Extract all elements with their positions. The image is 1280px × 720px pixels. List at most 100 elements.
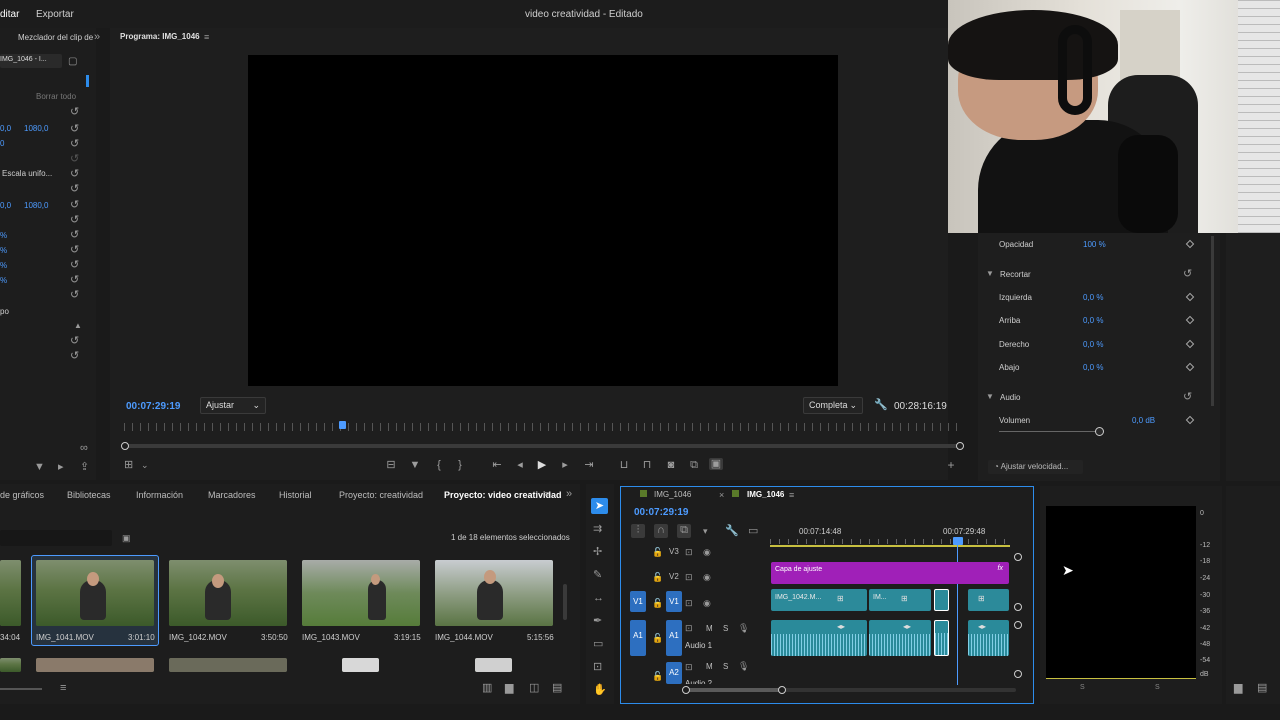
lock-icon[interactable]: 🔓 [652,546,663,558]
item-name[interactable]: IMG_1043.MOV [302,633,360,642]
crop-right-value[interactable]: 0,0 % [1083,340,1103,349]
microphone-icon[interactable]: 🎙 [738,660,749,672]
mute-button[interactable]: M [706,624,713,633]
wrench-icon[interactable]: 🔧 [725,525,739,537]
menu-icon[interactable]: ≡ [204,31,209,43]
project-thumbnail-row2[interactable] [342,658,379,672]
camera-icon[interactable]: ◙ [664,459,678,471]
step-back-icon[interactable]: ◂ [513,459,527,471]
scale-value[interactable]: 0 [0,139,4,148]
audio-clip-selected[interactable] [934,620,949,656]
program-timecode-left[interactable]: 00:07:29:19 [126,401,180,412]
project-thumbnail-img-1041[interactable] [36,560,154,626]
trash-icon[interactable]: ▤ [1257,682,1267,694]
mute-button[interactable]: M [706,662,713,671]
playhead-marker[interactable] [339,421,346,429]
lift-clip-icon[interactable]: ⊔ [617,459,631,471]
fit-select[interactable]: Ajustar ⌄ [200,397,266,414]
play-only-audio-icon[interactable]: ▸ [58,461,64,473]
timeline-tab-1[interactable]: IMG_1046 [654,490,691,499]
solo-left[interactable]: S [1080,684,1085,691]
lock-icon[interactable]: 🔓 [652,597,663,609]
work-area-bar[interactable] [770,545,1010,547]
go-to-out-icon[interactable]: ⇥ [582,459,596,471]
go-to-in-icon[interactable]: ⇤ [490,459,504,471]
link-icon[interactable]: ∞ [80,442,88,454]
project-thumbnail-img-1042[interactable] [169,560,287,626]
project-thumbnail-img-1044[interactable] [435,560,553,626]
clip-tab[interactable]: IMG_1046 - I... [0,54,62,68]
program-tab[interactable]: Programa: IMG_1046 [120,32,200,41]
clear-all-button[interactable]: Borrar todo [36,92,76,101]
vr-icon[interactable]: ▣ [709,458,723,470]
timeline-timecode[interactable]: 00:07:29:19 [634,507,688,518]
reset-icon[interactable]: ↺ [70,350,79,362]
h-scroll-handle-right[interactable] [778,686,786,694]
snap-icon[interactable]: ∩ [654,524,668,538]
quality-select[interactable]: Completa ⌄ [803,397,863,414]
item-name[interactable]: IMG_1044.MOV [435,633,493,642]
linked-selection-icon[interactable]: ⧉ [677,524,691,538]
track-scroll-v[interactable] [1014,553,1022,561]
play-icon[interactable]: ▶ [535,459,549,471]
project-thumbnail-row2[interactable] [169,658,287,672]
video-clip[interactable]: ⊞ [968,589,1009,611]
reset-icon[interactable]: ↺ [70,123,79,135]
time-ruler[interactable] [124,423,960,431]
rectangle-icon[interactable]: ▭ [593,638,603,650]
project-scrollbar[interactable] [563,584,567,620]
anchor-x-value[interactable]: 0,0 [0,201,11,210]
comparison-view-icon[interactable]: ⧉ [687,459,701,471]
microphone-icon[interactable]: 🎙 [738,622,749,634]
menu-exportar[interactable]: Exportar [36,9,74,20]
track-scroll-v[interactable] [1014,603,1022,611]
reset-icon[interactable]: ↺ [70,274,79,286]
folder-icon[interactable]: ▆ [505,682,513,694]
sync-lock-icon[interactable]: ⊡ [685,597,693,609]
tab-markers[interactable]: Marcadores [208,490,256,500]
pct-4[interactable]: % [0,276,7,285]
chevron-down-icon[interactable]: ⌄ [141,459,149,471]
reset-icon[interactable]: ↺ [70,199,79,211]
lock-icon[interactable]: 🔓 [652,571,663,583]
anchor-y-value[interactable]: 1080,0 [24,201,48,210]
video-clip[interactable]: IM... ⊞ [869,589,931,611]
track-a1[interactable]: A1 [666,620,682,656]
reset-icon[interactable]: ↺ [70,168,79,180]
reset-icon[interactable]: ↺ [70,335,79,347]
add-button-icon[interactable]: + [944,459,958,471]
effects-scrollbar[interactable] [1211,236,1214,406]
crop-bottom-value[interactable]: 0,0 % [1083,363,1103,372]
project-thumbnail[interactable] [0,560,21,626]
sync-lock-icon[interactable]: ⊡ [685,571,693,583]
video-viewer[interactable] [248,55,838,386]
tab-info[interactable]: Información [136,490,183,500]
mixer-tab[interactable]: Mezclador del clip de [18,33,93,42]
reset-icon[interactable]: ↺ [1183,268,1192,280]
tab-history[interactable]: Historial [279,490,312,500]
reset-icon[interactable]: ↺ [70,289,79,301]
timeline-tab-2[interactable]: IMG_1046 [747,490,784,499]
eye-icon[interactable]: ◉ [703,597,711,609]
chevron-down-icon[interactable]: ▼ [986,391,994,403]
mark-in-icon[interactable]: { [432,459,446,471]
panel-layout-icon[interactable]: ▢ [68,56,77,68]
track-a2[interactable]: A2 [666,662,682,684]
chevron-double-right-icon[interactable]: » [566,488,572,500]
eye-icon[interactable]: ◉ [703,546,711,558]
razor-icon[interactable]: ✎ [593,569,602,581]
mark-out-icon[interactable]: } [453,459,467,471]
scroll-handle-right[interactable] [956,442,964,450]
volume-value[interactable]: 0,0 dB [1132,416,1155,425]
folder-icon[interactable]: ▆ [1234,682,1242,694]
selection-tool-icon[interactable]: ➤ [591,498,608,514]
solo-right[interactable]: S [1155,684,1160,691]
playhead-head[interactable] [953,537,963,545]
captions-icon[interactable]: ▭ [748,525,758,537]
slip-icon[interactable]: ↔ [593,592,604,604]
video-clip[interactable]: IMG_1042.M... ⊞ [771,589,867,611]
settings-grid-icon[interactable]: ⊞ [124,459,133,471]
position-y-value[interactable]: 1080,0 [24,124,48,133]
track-v1[interactable]: V1 [666,591,682,612]
pct-2[interactable]: % [0,246,7,255]
